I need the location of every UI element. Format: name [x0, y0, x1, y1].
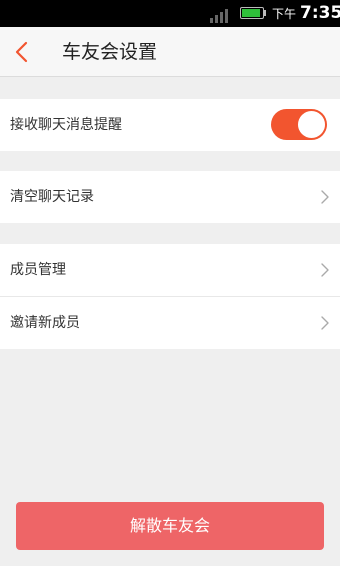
- chat-notify-toggle[interactable]: [271, 109, 327, 140]
- settings-group-history: 清空聊天记录: [0, 171, 340, 223]
- setting-row-invite-member[interactable]: 邀请新成员: [0, 296, 340, 349]
- toggle-knob: [298, 111, 325, 138]
- nav-bar: 车友会设置: [0, 27, 340, 77]
- status-time: 7:35: [300, 3, 340, 23]
- setting-label: 成员管理: [10, 262, 66, 278]
- setting-label: 接收聊天消息提醒: [10, 117, 122, 133]
- status-ampm: 下午: [272, 7, 297, 21]
- chevron-right-icon: [321, 263, 329, 277]
- chevron-right-icon: [321, 316, 329, 330]
- chevron-right-icon: [321, 190, 329, 204]
- setting-row-member-manage[interactable]: 成员管理: [0, 244, 340, 296]
- settings-group-notify: 接收聊天消息提醒: [0, 99, 340, 151]
- chevron-left-icon[interactable]: [8, 37, 38, 67]
- setting-row-clear-history[interactable]: 清空聊天记录: [0, 171, 340, 223]
- dissolve-club-button[interactable]: 解散车友会: [16, 502, 324, 550]
- settings-group-members: 成员管理 邀请新成员: [0, 244, 340, 349]
- page-title: 车友会设置: [62, 41, 158, 63]
- signal-icon: [208, 5, 228, 23]
- setting-row-chat-notify: 接收聊天消息提醒: [0, 99, 340, 151]
- battery-charging-icon: [240, 7, 264, 19]
- status-bar: 下午 7:35: [0, 0, 340, 27]
- setting-label: 邀请新成员: [10, 315, 80, 331]
- setting-label: 清空聊天记录: [10, 189, 94, 205]
